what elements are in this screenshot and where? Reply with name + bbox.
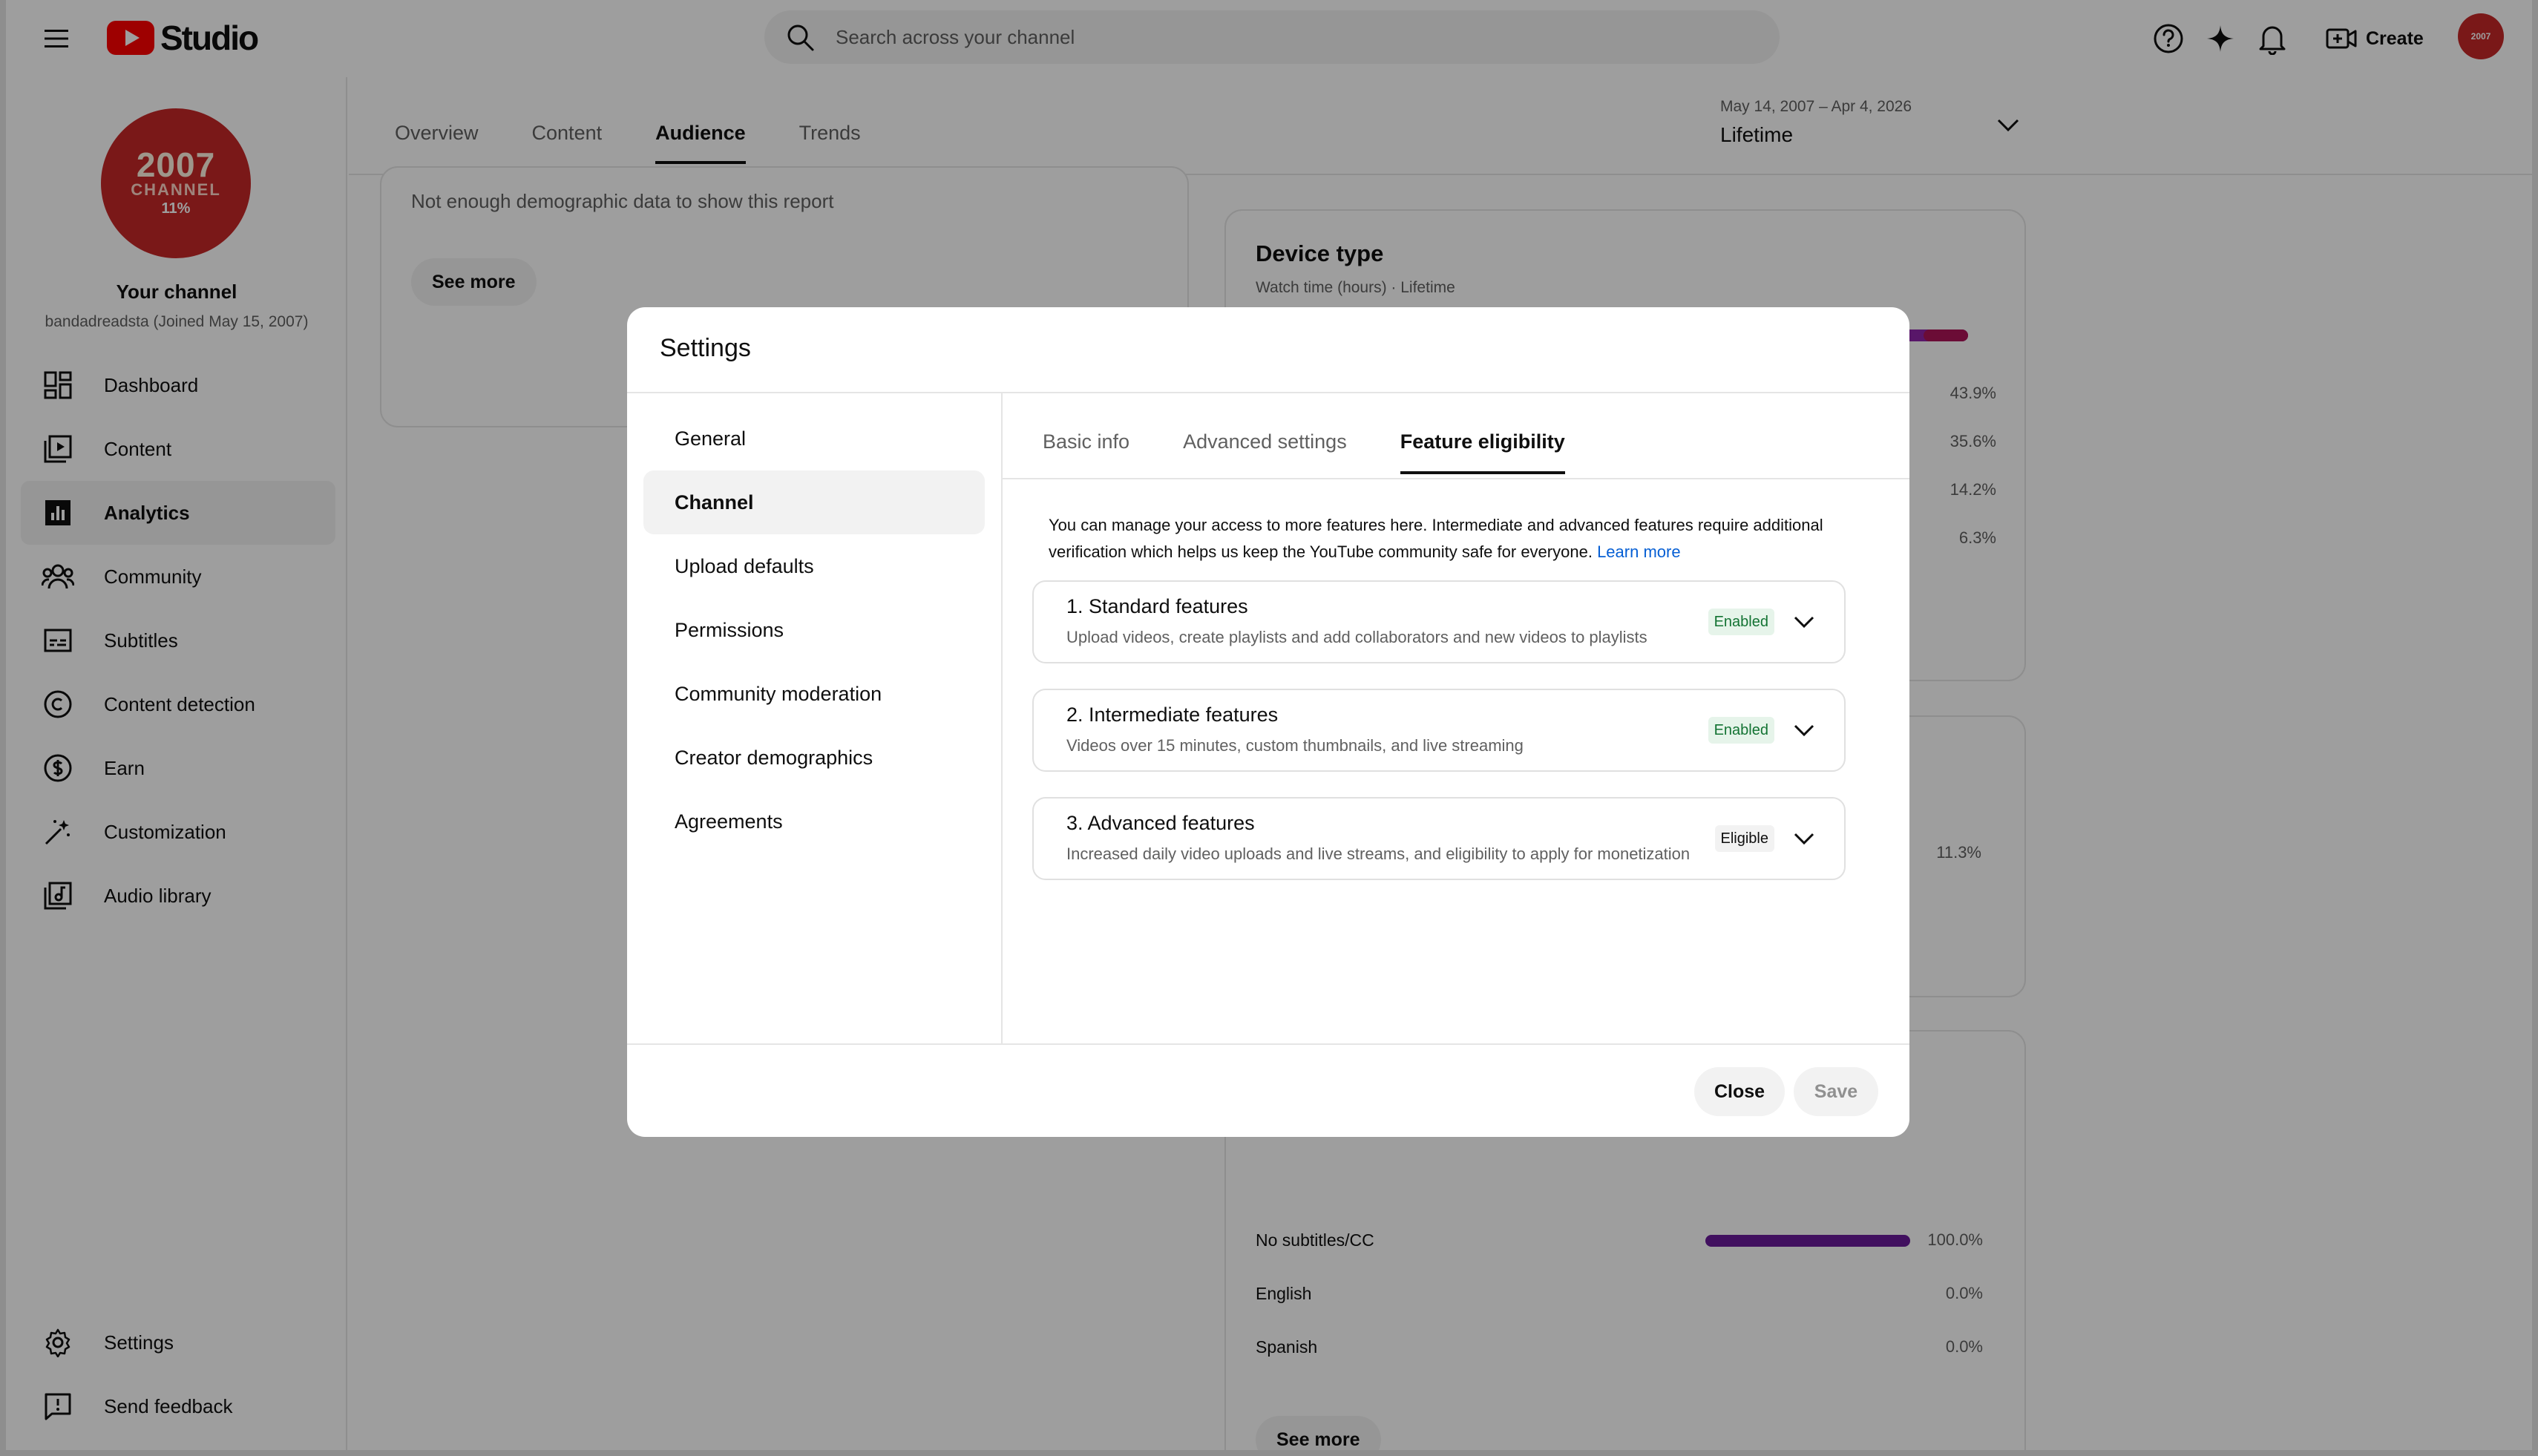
settings-nav-permissions[interactable]: Permissions <box>643 598 985 662</box>
settings-nav-upload-defaults[interactable]: Upload defaults <box>643 534 985 598</box>
status-badge: Eligible <box>1714 825 1774 852</box>
dialog-nav-divider <box>1001 393 1003 1043</box>
close-button[interactable]: Close <box>1694 1067 1785 1116</box>
tab-feature-eligibility[interactable]: Feature eligibility <box>1400 430 1565 474</box>
settings-dialog: Settings General Channel Upload defaults… <box>627 307 1909 1137</box>
feature-title: 2. Intermediate features <box>1066 704 1279 726</box>
feature-description: Increased daily video uploads and live s… <box>1066 845 1691 863</box>
modal-tabs-divider <box>1003 478 1909 479</box>
status-badge: Enabled <box>1708 717 1774 744</box>
settings-nav-channel[interactable]: Channel <box>643 470 985 534</box>
settings-nav: General Channel Upload defaults Permissi… <box>643 407 985 853</box>
expand-button[interactable] <box>1791 825 1817 852</box>
status-badge: Enabled <box>1708 609 1774 635</box>
feature-intermediate[interactable]: 2. Intermediate features Videos over 15 … <box>1032 689 1846 772</box>
feature-standard[interactable]: 1. Standard features Upload videos, crea… <box>1032 580 1846 663</box>
chevron-down-icon <box>1794 724 1814 737</box>
settings-nav-creator-demographics[interactable]: Creator demographics <box>643 726 985 790</box>
save-button[interactable]: Save <box>1794 1067 1878 1116</box>
chevron-down-icon <box>1794 616 1814 629</box>
tab-basic-info[interactable]: Basic info <box>1043 430 1129 474</box>
expand-button[interactable] <box>1791 609 1817 635</box>
dialog-title: Settings <box>660 334 751 362</box>
feature-title: 3. Advanced features <box>1066 812 1255 834</box>
chevron-down-icon <box>1794 833 1814 845</box>
feature-intro-body: You can manage your access to more featu… <box>1049 516 1823 561</box>
feature-intro-text: You can manage your access to more featu… <box>1049 512 1835 565</box>
settings-nav-agreements[interactable]: Agreements <box>643 790 985 853</box>
learn-more-link[interactable]: Learn more <box>1597 542 1681 561</box>
feature-description: Videos over 15 minutes, custom thumbnail… <box>1066 736 1524 755</box>
expand-button[interactable] <box>1791 717 1817 744</box>
channel-settings-tabs: Basic info Advanced settings Feature eli… <box>1043 430 1565 474</box>
feature-title: 1. Standard features <box>1066 595 1248 617</box>
settings-nav-general[interactable]: General <box>643 407 985 470</box>
feature-advanced[interactable]: 3. Advanced features Increased daily vid… <box>1032 797 1846 880</box>
tab-advanced-settings[interactable]: Advanced settings <box>1183 430 1347 474</box>
dialog-header-divider <box>627 392 1909 393</box>
settings-nav-community-moderation[interactable]: Community moderation <box>643 662 985 726</box>
dialog-footer-divider <box>627 1043 1909 1045</box>
feature-description: Upload videos, create playlists and add … <box>1066 628 1647 646</box>
